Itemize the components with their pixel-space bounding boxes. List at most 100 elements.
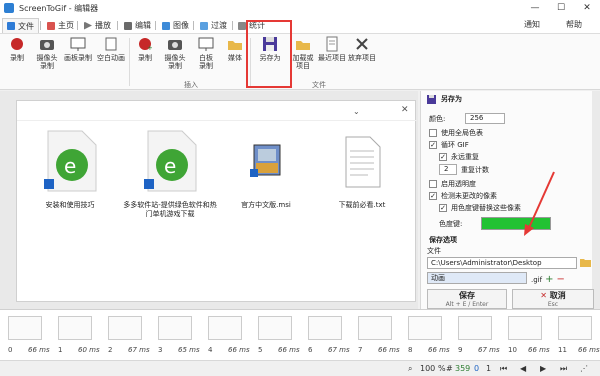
highlight-annotation: [246, 20, 292, 88]
timeline-frame[interactable]: 0 66 ms: [0, 314, 50, 360]
file-item[interactable]: e 安装和使用技巧: [21, 129, 119, 210]
play-icon: [84, 21, 92, 30]
panel-scrollbar[interactable]: [592, 91, 600, 309]
global-palette-row[interactable]: 使用全局色表: [429, 128, 483, 138]
frame-timeline: 0 66 ms 1 60 ms 2 67 ms 3 65 ms 4 66 ms 5 66 m…: [0, 309, 600, 360]
notifications-button[interactable]: 通知: [520, 18, 544, 32]
load-project-button[interactable]: 加载或 项目: [288, 36, 318, 70]
tab-divider: [193, 21, 194, 30]
extension-select[interactable]: .gif: [531, 276, 542, 284]
help-button[interactable]: 帮助: [562, 18, 586, 32]
frame-delay: 67 ms: [128, 346, 150, 354]
repeat-forever-checkbox[interactable]: ✓: [439, 153, 447, 161]
ribbon-toolbar: 录制 摄像头 录制 画板录制 空白动画 + 录制 摄像头 录制 白板 录制 媒体…: [0, 34, 600, 90]
save-options-header[interactable]: 保存选项: [429, 235, 457, 245]
remove-icon[interactable]: −: [556, 274, 564, 285]
folder-icon[interactable]: [580, 258, 591, 267]
timeline-frame[interactable]: 1 60 ms: [50, 314, 100, 360]
timeline-frame[interactable]: 2 67 ms: [100, 314, 150, 360]
board-record-button[interactable]: 画板录制: [62, 36, 94, 62]
annotation-arrow: [524, 171, 555, 236]
file-item[interactable]: 下载前必看.txt: [313, 129, 411, 210]
recent-icon: [323, 36, 341, 52]
maximize-button[interactable]: ☐: [548, 0, 574, 16]
notifications-label: 通知: [524, 20, 540, 29]
zoom-value[interactable]: 100: [420, 363, 435, 375]
replace-chroma-checkbox[interactable]: ✓: [439, 204, 447, 212]
record-icon: +: [136, 36, 154, 52]
close-button[interactable]: ✕: [574, 0, 600, 16]
tab-file[interactable]: 文件: [2, 18, 39, 33]
timeline-frame[interactable]: 6 67 ms: [300, 314, 350, 360]
insert-media-button[interactable]: 媒体: [222, 36, 248, 62]
blank-animation-button[interactable]: 空白动画: [95, 36, 127, 62]
tab-home[interactable]: 主页: [43, 18, 78, 33]
output-path-input[interactable]: C:\Users\Administrator\Desktop: [427, 257, 577, 269]
last-frame-icon[interactable]: ⏭: [560, 363, 567, 375]
filename-input[interactable]: 动画: [427, 272, 527, 284]
timeline-frame[interactable]: 10 66 ms: [500, 314, 550, 360]
file-label: 官方中文版.msi: [241, 201, 291, 209]
loop-gif-row[interactable]: ✓ 循环 GIF: [429, 140, 469, 150]
help-label: 帮助: [566, 20, 582, 29]
frames-icon: #: [446, 364, 453, 373]
first-frame-icon[interactable]: ⏮: [500, 363, 507, 375]
zoom-icon[interactable]: ⌕: [408, 363, 412, 375]
discard-project-button[interactable]: 放弃项目: [346, 36, 378, 62]
image-icon: [162, 21, 170, 30]
recent-projects-button[interactable]: 最近项目: [316, 36, 348, 62]
previous-frame-icon[interactable]: ◀: [520, 363, 526, 375]
save-button[interactable]: 保存 Alt + E / Enter: [427, 289, 507, 309]
global-palette-checkbox[interactable]: [429, 129, 437, 137]
file-label: 安装和使用技巧: [45, 201, 95, 209]
cancel-button[interactable]: ✕ 取消 Esc: [512, 289, 594, 309]
detect-unchanged-checkbox[interactable]: ✓: [429, 192, 437, 200]
transparency-checkbox[interactable]: [429, 180, 437, 188]
frame-thumbnail: [258, 316, 292, 340]
timeline-frame[interactable]: 3 65 ms: [150, 314, 200, 360]
tab-image[interactable]: 图像: [158, 18, 193, 33]
close-icon[interactable]: ✕: [401, 105, 409, 115]
next-frame-icon[interactable]: ▶: [540, 363, 546, 375]
insert-webcam-button[interactable]: 摄像头 录制: [160, 36, 190, 70]
minimize-button[interactable]: —: [522, 0, 548, 16]
frame-number: 10: [508, 346, 517, 354]
record-button[interactable]: 录制: [4, 36, 30, 62]
repeat-count-input[interactable]: 2: [439, 164, 457, 175]
loop-gif-checkbox[interactable]: ✓: [429, 141, 437, 149]
frame-thumbnail: [308, 316, 342, 340]
chevron-down-icon[interactable]: ⌄: [353, 107, 360, 116]
add-icon[interactable]: +: [545, 274, 553, 285]
replace-chroma-row[interactable]: ✓ 用色度键替换这些像素: [439, 203, 521, 213]
tab-transitions[interactable]: 过渡: [196, 18, 231, 33]
timeline-frame[interactable]: 8 66 ms: [400, 314, 450, 360]
timeline-frame[interactable]: 7 66 ms: [350, 314, 400, 360]
detect-unchanged-row[interactable]: ✓ 检测未更改的像素: [429, 191, 497, 201]
frame-delay: 66 ms: [428, 346, 450, 354]
edit-icon: [124, 21, 132, 30]
insert-board-button[interactable]: 白板 录制: [192, 36, 220, 70]
file-item[interactable]: e 多多软件站-提供绿色软件和热门单机游戏下载: [121, 129, 219, 219]
timeline-frame[interactable]: 9 67 ms: [450, 314, 500, 360]
color-count-input[interactable]: 256: [465, 113, 505, 124]
frame-thumbnail: [358, 316, 392, 340]
ribbon-tab-bar: 文件 主页 播放 编辑 图像 过渡 统计 通知 帮助: [0, 16, 600, 34]
frame-number: 0: [8, 346, 13, 354]
frame-number: 3: [158, 346, 163, 354]
timeline-frame[interactable]: 11 66 ms: [550, 314, 600, 360]
insert-record-button[interactable]: + 录制: [132, 36, 158, 62]
tab-playback[interactable]: 播放: [80, 18, 115, 33]
svg-text:e: e: [64, 154, 76, 178]
repeat-forever-row[interactable]: ✓ 永远重复: [439, 152, 479, 162]
file-item[interactable]: 官方中文版.msi: [217, 129, 315, 210]
frame-delay: 66 ms: [28, 346, 50, 354]
tab-divider: [117, 21, 118, 30]
tab-edit-label: 编辑: [135, 21, 151, 30]
timeline-frame[interactable]: 4 66 ms: [200, 314, 250, 360]
transparency-row[interactable]: 启用透明度: [429, 179, 476, 189]
timeline-frame[interactable]: 5 66 ms: [250, 314, 300, 360]
frame-thumbnail: [558, 316, 592, 340]
webcam-record-button[interactable]: 摄像头 录制: [32, 36, 62, 70]
frame-current: 1: [486, 364, 492, 373]
tab-edit[interactable]: 编辑: [120, 18, 155, 33]
